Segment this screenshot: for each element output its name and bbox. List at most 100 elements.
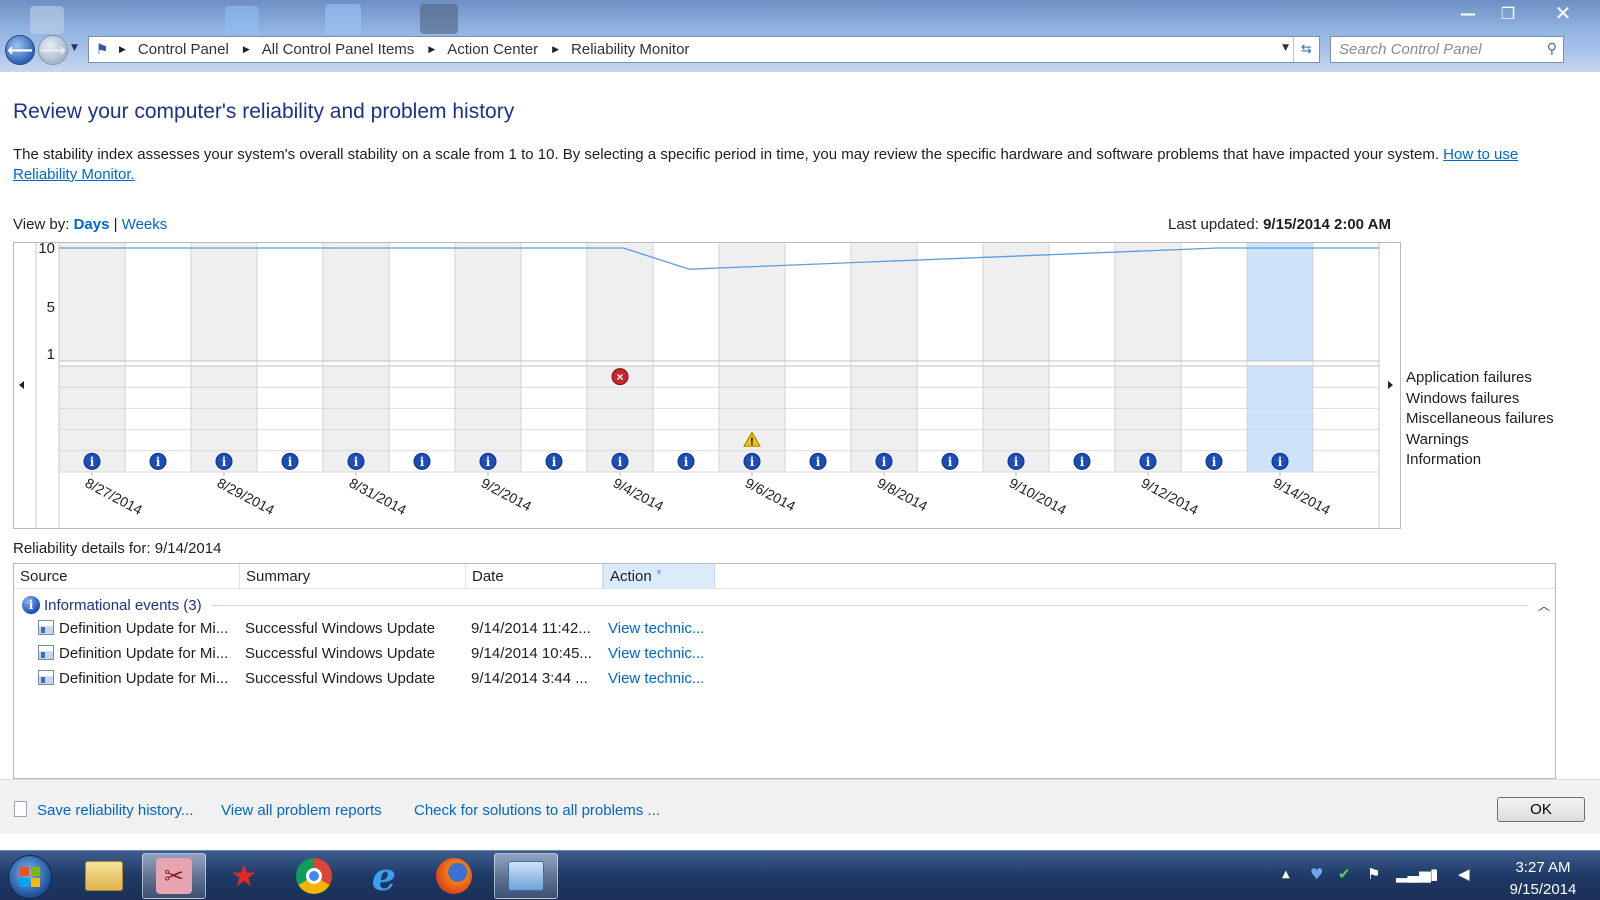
- clock-date: 9/15/2014: [1509, 881, 1577, 898]
- reliability-details-label: Reliability details for: 9/14/2014: [13, 540, 222, 557]
- view-technical-details-link[interactable]: View technic...: [608, 620, 704, 637]
- chevron-up-icon[interactable]: ︿: [1538, 597, 1550, 614]
- x-tick-label: 9/2/2014: [479, 475, 535, 515]
- breadcrumb-control-panel[interactable]: Control Panel: [138, 41, 229, 58]
- view-all-problem-reports-link[interactable]: View all problem reports: [221, 802, 382, 819]
- x-tick-label: 8/31/2014: [347, 475, 410, 518]
- x-tick-label: 8/27/2014: [83, 475, 146, 518]
- table-row[interactable]: Definition Update for Mi... Successful W…: [14, 642, 1555, 667]
- view-technical-details-link[interactable]: View technic...: [608, 645, 704, 662]
- chart-column-8/30/2014: [257, 243, 323, 361]
- action-center-flag-icon[interactable]: ⚑: [1367, 865, 1380, 883]
- column-header-source[interactable]: Source: [14, 564, 240, 589]
- taskbar-snipping-tool[interactable]: ✂: [142, 853, 206, 899]
- taskbar-clock[interactable]: 3:27 AM 9/15/2014: [1490, 857, 1596, 900]
- address-history-dropdown[interactable]: ▼: [1282, 43, 1289, 53]
- recent-pages-dropdown[interactable]: ▼: [71, 43, 78, 53]
- breadcrumb-separator-icon[interactable]: ▶: [243, 45, 250, 55]
- chart-column-9/14/2014: [1247, 243, 1313, 361]
- taskbar-explorer[interactable]: [72, 853, 136, 899]
- view-days-link[interactable]: Days: [74, 216, 110, 233]
- main-content: Review your computer's reliability and p…: [0, 72, 1600, 834]
- event-date: 9/14/2014 10:45...: [471, 645, 592, 662]
- star-icon: ★: [230, 858, 258, 894]
- chart-column-9/15/2014: [1313, 243, 1379, 361]
- breadcrumb-action-center[interactable]: Action Center: [447, 41, 538, 58]
- power-battery-icon[interactable]: ▮: [1430, 865, 1438, 883]
- reliability-chart-svg[interactable]: 10 5 1 ×! i i i i i i i i i i i i i i i i i i i 8/27/2014 8/29/2…: [14, 243, 1402, 528]
- reliability-chart[interactable]: 10 5 1 ×! i i i i i i i i i i i i i i i i i i i 8/27/2014 8/29/2…: [13, 242, 1401, 529]
- page-title: Review your computer's reliability and p…: [13, 100, 515, 123]
- chart-column-8/27/2014: [59, 243, 125, 361]
- legend-misc-failures: Miscellaneous failures: [1406, 410, 1554, 428]
- table-row[interactable]: Definition Update for Mi... Successful W…: [14, 667, 1555, 692]
- warning-event-glyph: !: [750, 436, 754, 448]
- information-event-glyph: i: [1212, 455, 1217, 469]
- last-updated: Last updated: 9/15/2014 2:00 AM: [1168, 216, 1391, 233]
- update-check-icon[interactable]: ✔: [1338, 865, 1351, 883]
- desktop-reflection-2: [225, 6, 259, 34]
- information-event-glyph: i: [156, 455, 161, 469]
- last-updated-value: 9/15/2014 2:00 AM: [1263, 216, 1391, 233]
- check-for-solutions-link[interactable]: Check for solutions to all problems ...: [414, 802, 660, 819]
- refresh-button[interactable]: ⇆: [1293, 37, 1319, 62]
- maximize-button[interactable]: ❐: [1489, 0, 1527, 26]
- event-column-9/15/2014: [1313, 366, 1379, 472]
- chart-column-8/28/2014: [125, 243, 191, 361]
- breadcrumb-reliability-monitor[interactable]: Reliability Monitor: [571, 41, 689, 58]
- taskbar: ✂ ★ e ▲ ♥ ✔ ⚑ ▂▃▅ ▮ ◀ 3:27 AM 9/15/2014: [0, 850, 1600, 900]
- security-shield-icon[interactable]: ♥: [1310, 865, 1323, 883]
- chrome-icon: [296, 858, 332, 894]
- scroll-right-arrow-icon[interactable]: [1388, 381, 1393, 389]
- document-icon: [14, 801, 27, 817]
- information-event-glyph: i: [1278, 455, 1283, 469]
- y-tick-label: 5: [47, 299, 55, 316]
- breadcrumb-separator-icon[interactable]: ▶: [428, 45, 435, 55]
- close-button[interactable]: ✕: [1532, 0, 1594, 26]
- address-bar[interactable]: ⚑ ▶ Control Panel ▶ All Control Panel It…: [88, 36, 1320, 63]
- chart-column-9/12/2014: [1115, 243, 1181, 361]
- scroll-left-arrow-icon[interactable]: [19, 381, 24, 389]
- critical-event-glyph: ×: [616, 370, 623, 384]
- taskbar-pokerstars[interactable]: ★: [212, 853, 276, 899]
- taskbar-control-panel[interactable]: [494, 853, 558, 899]
- show-hidden-icons-icon[interactable]: ▲: [1282, 869, 1290, 880]
- internet-explorer-icon: e: [371, 853, 397, 899]
- taskbar-firefox[interactable]: [422, 853, 486, 899]
- column-header-action[interactable]: ▼ Action: [603, 564, 715, 589]
- column-header-summary[interactable]: Summary: [240, 564, 466, 589]
- breadcrumb-all-items[interactable]: All Control Panel Items: [262, 41, 415, 58]
- minimize-button[interactable]: —: [1449, 0, 1487, 26]
- network-signal-icon[interactable]: ▂▃▅: [1396, 865, 1431, 883]
- search-input[interactable]: [1339, 41, 1539, 58]
- save-reliability-history-link[interactable]: Save reliability history...: [37, 802, 193, 819]
- back-button[interactable]: ⟵: [5, 35, 35, 65]
- information-event-glyph: i: [222, 455, 227, 469]
- last-updated-label: Last updated:: [1168, 216, 1259, 233]
- group-header-informational[interactable]: i Informational events (3) ︿: [22, 594, 1550, 616]
- view-weeks-link[interactable]: Weeks: [122, 216, 168, 233]
- legend-information: Information: [1406, 451, 1482, 469]
- start-button[interactable]: [8, 855, 52, 899]
- table-row[interactable]: Definition Update for Mi... Successful W…: [14, 617, 1555, 642]
- folder-icon: [85, 861, 123, 891]
- column-header-date[interactable]: Date: [466, 564, 603, 589]
- taskbar-internet-explorer[interactable]: e: [352, 853, 416, 899]
- chart-column-9/1/2014: [389, 243, 455, 361]
- description-text: The stability index assesses your system…: [13, 146, 1439, 163]
- search-box[interactable]: ⚲: [1330, 36, 1564, 63]
- view-technical-details-link[interactable]: View technic...: [608, 670, 704, 687]
- breadcrumb-separator-icon[interactable]: ▶: [119, 45, 126, 55]
- forward-button[interactable]: ⟶: [38, 35, 68, 65]
- group-label: Informational events (3): [44, 596, 202, 614]
- volume-icon[interactable]: ◀: [1458, 865, 1470, 883]
- search-icon[interactable]: ⚲: [1547, 41, 1557, 57]
- control-panel-flag-icon: ⚑: [95, 41, 109, 58]
- windows-update-icon: [38, 620, 54, 635]
- taskbar-chrome[interactable]: [282, 853, 346, 899]
- breadcrumb-separator-icon[interactable]: ▶: [552, 45, 559, 55]
- event-date: 9/14/2014 11:42...: [471, 620, 591, 637]
- ok-button[interactable]: OK: [1497, 797, 1585, 822]
- x-tick-label: 9/12/2014: [1139, 475, 1202, 518]
- legend-windows-failures: Windows failures: [1406, 389, 1520, 407]
